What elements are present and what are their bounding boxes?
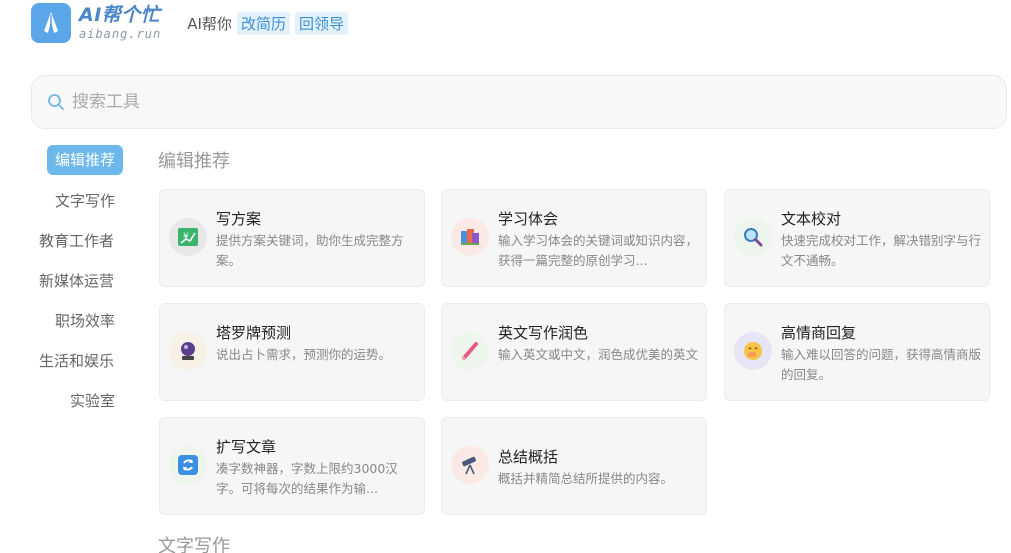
tool-card[interactable]: ¥ 写方案 提供方案关键词，助你生成完整方案。 xyxy=(159,189,425,287)
tool-card[interactable]: 学习体会 输入学习体会的关键词或知识内容，获得一篇完整的原创学习... xyxy=(441,189,707,287)
sidebar-item-new-media[interactable]: 新媒体运营 xyxy=(31,266,122,296)
card-description: 输入学习体会的关键词或知识内容，获得一篇完整的原创学习... xyxy=(498,233,699,268)
card-title: 写方案 xyxy=(216,210,262,228)
header: AI帮个忙 aibang.run AI帮你 改简历 回领导 xyxy=(31,3,348,43)
tool-card[interactable]: 总结概括 概括并精简总结所提供的内容。 xyxy=(441,417,707,515)
search-icon xyxy=(46,92,66,112)
search-input[interactable] xyxy=(72,92,952,112)
card-title: 总结概括 xyxy=(498,448,559,466)
money-chart-icon: ¥ xyxy=(169,218,207,256)
card-title: 文本校对 xyxy=(781,210,842,228)
tool-card[interactable]: 扩写文章 凑字数神器，字数上限约3000汉字。可将每次的结果作为输... xyxy=(159,417,425,515)
slogan: AI帮你 改简历 回领导 xyxy=(187,11,348,35)
tag-reply-boss[interactable]: 回领导 xyxy=(294,11,348,35)
tool-card[interactable]: 文本校对 快速完成校对工作，解决错别字与行文不通畅。 xyxy=(724,189,990,287)
tool-card[interactable]: 高情商回复 输入难以回答的问题，获得高情商版的回复。 xyxy=(724,303,990,401)
card-description: 说出占卜需求，预测你的运势。 xyxy=(216,347,392,362)
card-description: 输入难以回答的问题，获得高情商版的回复。 xyxy=(781,347,982,382)
card-description: 概括并精简总结所提供的内容。 xyxy=(498,471,674,486)
card-title: 高情商回复 xyxy=(781,324,857,342)
card-title: 塔罗牌预测 xyxy=(216,324,292,342)
sidebar-item-productivity[interactable]: 职场效率 xyxy=(47,306,123,336)
logo[interactable] xyxy=(31,3,71,43)
card-title: 学习体会 xyxy=(498,210,559,228)
section-title: 文字写作 xyxy=(158,536,230,553)
magnifier-icon xyxy=(734,218,772,256)
smile-icon xyxy=(734,332,772,370)
sidebar-item-lab[interactable]: 实验室 xyxy=(62,386,123,416)
books-icon xyxy=(451,218,489,256)
logo-subtitle: aibang.run xyxy=(79,27,162,41)
logo-title: AI帮个忙 xyxy=(79,4,161,26)
section-title: 编辑推荐 xyxy=(158,151,230,172)
tool-card[interactable]: 英文写作润色 输入英文或中文，润色成优美的英文 xyxy=(441,303,707,401)
hands-icon xyxy=(44,12,58,33)
tool-card[interactable]: 塔罗牌预测 说出占卜需求，预测你的运势。 xyxy=(159,303,425,401)
sidebar-item-life-entertainment[interactable]: 生活和娱乐 xyxy=(31,346,122,376)
tag-resume[interactable]: 改简历 xyxy=(236,11,290,35)
sidebar-item-educators[interactable]: 教育工作者 xyxy=(31,226,122,256)
card-title: 英文写作润色 xyxy=(498,324,589,342)
card-description: 提供方案关键词，助你生成完整方案。 xyxy=(216,233,404,268)
sidebar-item-editor-picks[interactable]: 编辑推荐 xyxy=(47,145,124,175)
crystal-ball-icon xyxy=(169,332,207,370)
card-description: 凑字数神器，字数上限约3000汉字。可将每次的结果作为输... xyxy=(216,461,398,496)
sidebar-item-writing[interactable]: 文字写作 xyxy=(47,186,123,216)
logo-text[interactable]: AI帮个忙 aibang.run xyxy=(79,4,162,41)
card-description: 输入英文或中文，润色成优美的英文 xyxy=(498,347,699,362)
slogan-text: AI帮你 xyxy=(187,14,232,33)
card-title: 扩写文章 xyxy=(216,438,277,456)
refresh-icon xyxy=(169,446,207,484)
telescope-icon xyxy=(451,446,489,484)
pen-icon xyxy=(451,332,489,370)
card-description: 快速完成校对工作，解决错别字与行文不通畅。 xyxy=(781,233,982,268)
search-bar[interactable] xyxy=(31,75,1007,129)
